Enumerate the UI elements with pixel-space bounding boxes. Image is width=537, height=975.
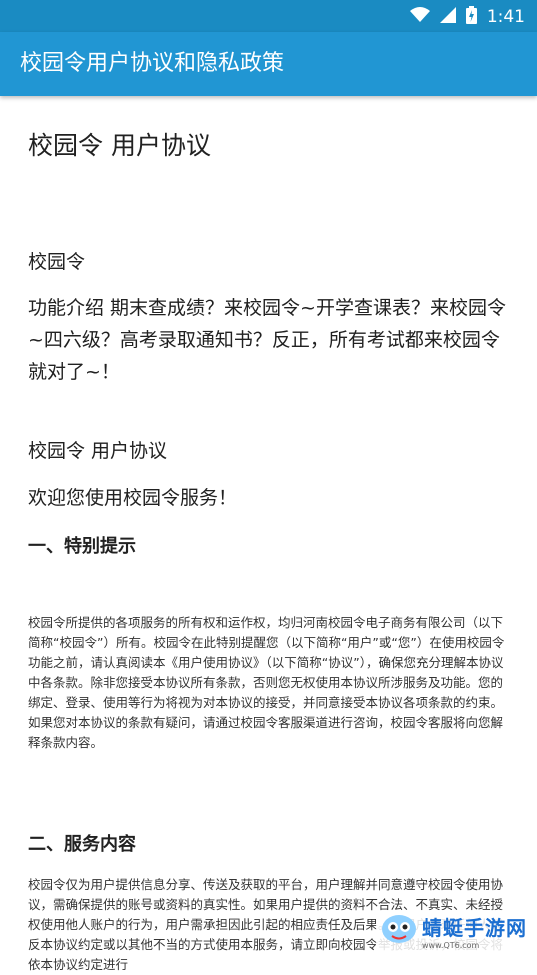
agreement-heading: 校园令 用户协议 xyxy=(28,440,168,462)
status-time: 1:41 xyxy=(486,7,525,27)
dragonfly-logo-icon xyxy=(380,912,418,950)
battery-icon xyxy=(465,6,477,28)
intro-paragraph: 功能介绍 期末查成绩？来校园令~开学查课表？来校园令~四六级？高考录取通知书？反… xyxy=(28,297,506,383)
watermark-url: www.QT6.com xyxy=(422,941,480,950)
welcome-text: 欢迎您使用校园令服务！ xyxy=(28,487,238,509)
app-name: 校园令 xyxy=(28,251,86,273)
status-bar: 1:41 xyxy=(0,0,537,32)
app-toolbar: 校园令用户协议和隐私政策 xyxy=(0,32,537,96)
status-icons: 1:41 xyxy=(409,6,525,28)
wifi-icon xyxy=(409,7,430,27)
document-title: 校园令 用户协议 xyxy=(28,131,211,160)
section1-text: 校园令所提供的各项服务的所有权和运作权，均归河南校园令电子商务有限公司（以下简称… xyxy=(28,615,505,750)
watermark: 蜻蜓手游网 www.QT6.com xyxy=(376,910,531,952)
toolbar-title: 校园令用户协议和隐私政策 xyxy=(20,51,285,76)
signal-icon xyxy=(439,7,456,27)
watermark-text: 蜻蜓手游网 xyxy=(422,916,527,940)
section1-title: 一、特别提示 xyxy=(28,536,136,557)
section2-title: 二、服务内容 xyxy=(28,834,136,855)
